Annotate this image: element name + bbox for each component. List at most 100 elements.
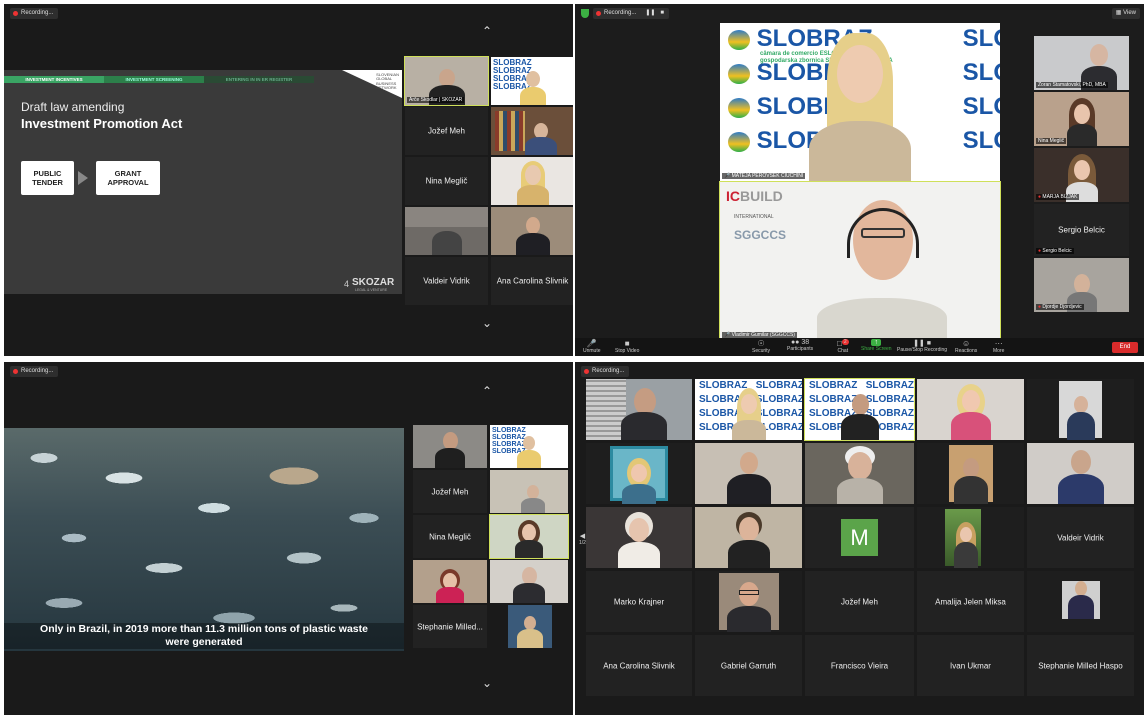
- grant-approval-box: GRANT APPROVAL: [96, 161, 160, 195]
- participant-name: Marko Krajner: [613, 597, 665, 606]
- participant-name: Jožef Meh: [431, 487, 469, 496]
- security-button[interactable]: ☉ Security: [752, 339, 770, 354]
- video-tile-jozef[interactable]: Jožef Meh: [405, 107, 488, 155]
- video-tile-1[interactable]: [413, 425, 487, 468]
- video-tile-9[interactable]: [508, 605, 552, 648]
- video-tile-slobraz[interactable]: SLOBRAZ SLOBRAZ SLOBRAZ SLOBRAZ: [490, 425, 568, 468]
- video-tile-3[interactable]: [491, 107, 573, 155]
- side-tile-sergio[interactable]: Sergio Belcic ● Sergio Belcic: [1034, 204, 1129, 256]
- video-tile-6[interactable]: [413, 560, 487, 603]
- grid-tile-r2c2[interactable]: [695, 443, 802, 504]
- grid-tile-r1c5[interactable]: [1027, 379, 1134, 440]
- grid-tile-gabriel[interactable]: Gabriel Garruth: [695, 635, 802, 696]
- video-tile-5[interactable]: [491, 157, 573, 205]
- participant-video: [621, 456, 657, 504]
- view-button[interactable]: ▦ View: [1111, 8, 1140, 19]
- ceiling-background: [405, 207, 488, 227]
- recording-indicator[interactable]: Recording...: [10, 8, 59, 19]
- reactions-button[interactable]: ☺ Reactions: [955, 339, 977, 354]
- chevron-left-icon: ◀: [579, 533, 586, 540]
- video-tile-6[interactable]: [405, 207, 488, 255]
- mic-muted-icon: 🎤: [586, 339, 597, 348]
- side-tile-marja[interactable]: ● MARJA BIZJAK: [1034, 148, 1129, 202]
- participant-video: [1065, 98, 1099, 146]
- video-tile-7[interactable]: [490, 560, 568, 603]
- speaker-video-vladimir[interactable]: ICBUILD INTERNATIONAL SGGCCS 🎤 Vladimir …: [719, 181, 1001, 341]
- grid-tile-slobraz-1[interactable]: SLOBRAZ SLOBRAZ SLOBRAZ SLOBRAZ SLOBRAZ SL…: [695, 379, 802, 440]
- participant-name: Valdeir Vidrik: [423, 276, 470, 286]
- grid-tile-r2c1[interactable]: [586, 443, 692, 504]
- video-tile-stephanie[interactable]: Stephanie Milled...: [413, 605, 487, 648]
- video-tile-arce[interactable]: Arče Skodlar | SKOZAR: [404, 56, 489, 106]
- shield-check-icon[interactable]: [581, 9, 589, 18]
- pause-recording-button[interactable]: ❚❚ ■ Pause/Stop Recording: [897, 339, 947, 353]
- grid-tile-stephanie[interactable]: Stephanie Milled Haspo: [1027, 635, 1134, 696]
- side-tile-zoran[interactable]: Zoran Stamatovski, PhD, MBA: [1034, 36, 1129, 90]
- participant-video: [514, 213, 552, 255]
- chevron-up-icon[interactable]: ⌃: [482, 24, 492, 38]
- grid-tile-r3c4[interactable]: [917, 507, 1024, 568]
- chevron-up-icon[interactable]: ⌃: [482, 384, 492, 398]
- participant-video: [435, 569, 465, 603]
- participant-name: Jožef Meh: [841, 597, 878, 606]
- prev-page-button[interactable]: ◀ 1/2: [579, 532, 586, 546]
- public-tender-box: PUBLIC TENDER: [21, 161, 74, 195]
- stop-icon[interactable]: ■: [660, 8, 664, 19]
- recording-indicator[interactable]: Recording...: [10, 366, 59, 377]
- chevron-down-icon[interactable]: ⌄: [482, 316, 492, 330]
- international-label: INTERNATIONAL: [734, 214, 774, 220]
- speaker-caption: 🎤 MATEJA PEROVSEK CIUCHINI: [722, 173, 806, 179]
- video-tile-5[interactable]: [489, 514, 569, 559]
- grid-tile-ivan[interactable]: Ivan Ukmar: [917, 635, 1024, 696]
- chevron-down-icon[interactable]: ⌄: [482, 676, 492, 690]
- video-tile-slobraz[interactable]: SLOBRAZ SLOBRAZ SLOBRAZ SLOBRAZ: [491, 57, 573, 105]
- grid-tile-r4c2[interactable]: [695, 571, 802, 632]
- participant-caption: Arče Skodlar | SKOZAR: [407, 97, 465, 103]
- video-tile-valdeir[interactable]: Valdeir Vidrik: [405, 257, 488, 305]
- slide-title-light: Draft law amending: [21, 100, 125, 114]
- unmute-button[interactable]: 🎤 Unmute: [583, 339, 601, 354]
- side-tile-nina[interactable]: Nina Meglič: [1034, 92, 1129, 146]
- video-tile-nina[interactable]: Nina Meglič: [413, 515, 487, 558]
- grid-tile-r3c1[interactable]: [586, 507, 692, 568]
- pause-stop-icon: ❚❚ ■: [913, 340, 931, 347]
- grid-tile-m[interactable]: M: [805, 507, 914, 568]
- grid-tile-r4c5[interactable]: [1027, 571, 1134, 632]
- grid-tile-r1c4[interactable]: [917, 379, 1024, 440]
- chat-button[interactable]: □ 2 Chat: [837, 339, 849, 354]
- share-screen-button[interactable]: ↑ Share Screen: [861, 339, 892, 352]
- record-dot-icon: [13, 369, 18, 374]
- grid-tile-valdeir[interactable]: Valdeir Vidrik: [1027, 507, 1134, 568]
- stop-video-button[interactable]: ■ Stop Video: [615, 339, 639, 354]
- grid-tile-jozef[interactable]: Jožef Meh: [805, 571, 914, 632]
- video-tile-7[interactable]: [491, 207, 573, 255]
- network-label: SLOVENIAN GLOBAL BUSINESS NETWORK: [376, 72, 399, 91]
- video-tile-nina[interactable]: Nina Meglič: [405, 157, 488, 205]
- grid-tile-amalija[interactable]: Amalija Jelen Miksa: [917, 571, 1024, 632]
- participant-video: [953, 454, 989, 504]
- more-button[interactable]: ··· More: [993, 339, 1004, 354]
- recording-indicator[interactable]: Recording...: [581, 366, 630, 377]
- participant-video: [431, 225, 462, 255]
- grid-tile-r1c1[interactable]: [586, 379, 692, 440]
- grid-tile-r2c5[interactable]: [1027, 443, 1134, 504]
- speaker-video-mateja[interactable]: SLOBRAZSLOBRAZ SLOBRAZSLOBRAZ SLOBRAZSLO…: [720, 23, 1000, 181]
- grid-tile-francisco[interactable]: Francisco Vieira: [805, 635, 914, 696]
- video-tile-ana[interactable]: Ana Carolina Slivnik: [491, 257, 573, 305]
- grid-tile-marko[interactable]: Marko Krajner: [586, 571, 692, 632]
- shared-video-plastic-waste: Only in Brazil, in 2019 more than 11.3 m…: [4, 428, 404, 651]
- ellipsis-icon: ···: [994, 339, 1003, 348]
- participants-button[interactable]: ●● 38 Participants: [787, 339, 813, 352]
- meeting-window-top-left: Recording... ⌃ ⌄ INVESTMENT INCENTIVES I…: [4, 4, 573, 356]
- grid-tile-ana[interactable]: Ana Carolina Slivnik: [586, 635, 692, 696]
- grid-tile-r3c2[interactable]: [695, 507, 802, 568]
- grid-tile-r2c4[interactable]: [917, 443, 1024, 504]
- pause-icon[interactable]: ❚❚: [645, 8, 655, 19]
- video-tile-jozef[interactable]: Jožef Meh: [413, 470, 487, 513]
- video-tile-3[interactable]: [490, 470, 568, 513]
- side-tile-djordje[interactable]: ● Djordje Djordjevic: [1034, 258, 1129, 312]
- end-meeting-button[interactable]: End: [1112, 342, 1138, 353]
- grid-tile-slobraz-2[interactable]: SLOBRAZ SLOBRAZ SLOBRAZ SLOBRAZ SLOBRAZ SL…: [804, 378, 915, 441]
- grid-tile-r2c3[interactable]: [805, 443, 914, 504]
- recording-indicator[interactable]: Recording... ❚❚ ■: [593, 8, 670, 19]
